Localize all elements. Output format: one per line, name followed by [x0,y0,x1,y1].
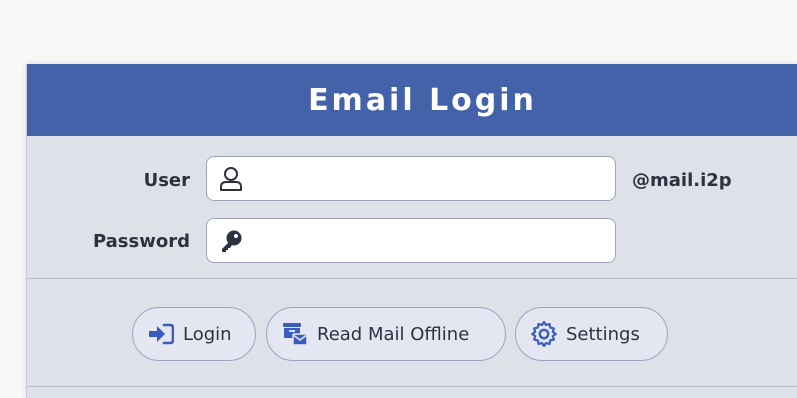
user-label: User [143,170,190,191]
gear-icon [530,320,558,348]
settings-button[interactable]: Settings [515,307,668,361]
login-button-label: Login [183,323,232,345]
password-field[interactable] [206,218,616,263]
login-panel: Email Login User @mail.i2p Password Logi… [26,64,797,398]
password-input[interactable] [246,219,615,262]
user-outline-icon [216,164,246,194]
user-input[interactable] [246,157,615,200]
email-domain-suffix: @mail.i2p [632,170,732,191]
user-field[interactable] [206,156,616,201]
key-icon [216,226,246,256]
sign-in-icon [147,320,175,348]
login-button[interactable]: Login [132,307,256,361]
read-mail-offline-button[interactable]: Read Mail Offline [266,307,506,361]
login-form: User @mail.i2p Password [27,136,797,279]
mail-archive-icon [281,320,309,348]
password-label: Password [92,231,190,252]
action-bar: Login Read Mail Offline Settings [27,279,797,387]
settings-label: Settings [566,323,640,345]
page-title: Email Login [27,64,797,136]
read-mail-offline-label: Read Mail Offline [317,323,470,345]
